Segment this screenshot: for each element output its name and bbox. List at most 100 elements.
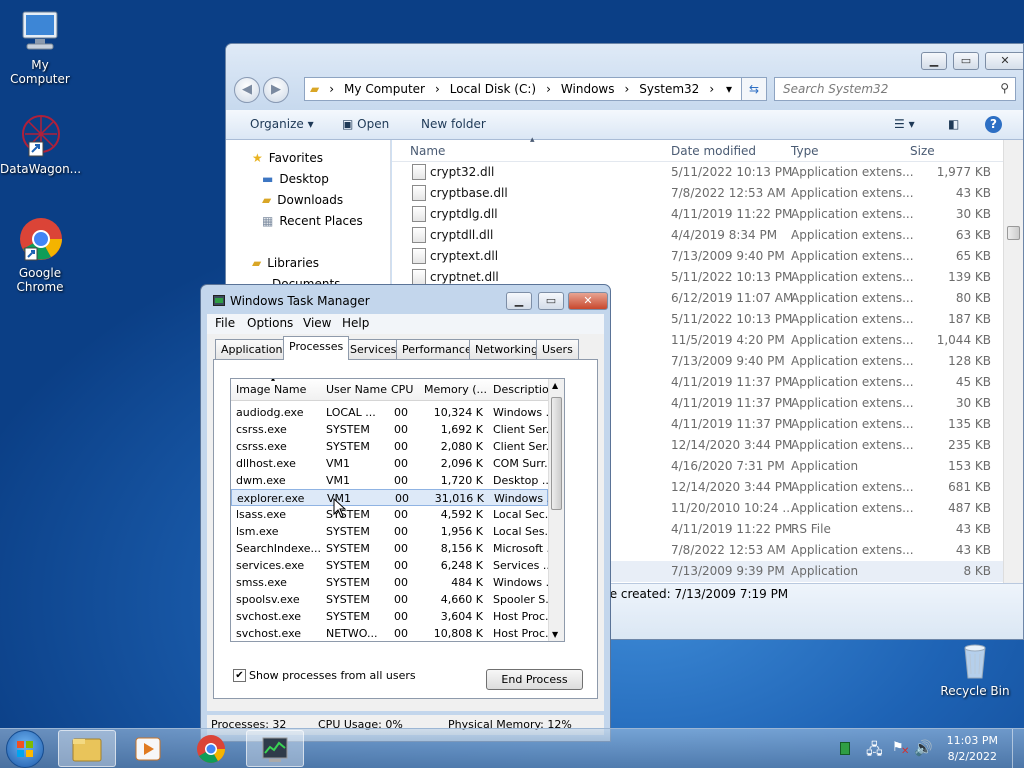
process-row[interactable]: services.exe SYSTEM 00 6,248 K Services ... xyxy=(231,557,553,574)
taskbar-chrome[interactable] xyxy=(183,730,241,767)
process-row[interactable]: smss.exe SYSTEM 00 484 K Windows ... xyxy=(231,574,556,591)
process-list-scrollbar[interactable]: ▲ ▼ xyxy=(548,379,564,641)
nav-favorites[interactable]: ★ Favorites xyxy=(252,151,323,165)
task-manager-window[interactable]: Windows Task Manager ▁ ▭ ✕ File Options … xyxy=(200,284,611,742)
column-description[interactable]: Description xyxy=(493,383,556,396)
forward-button[interactable]: ▶ xyxy=(263,77,289,103)
tray-task-manager-icon[interactable] xyxy=(840,742,850,755)
system-clock[interactable]: 11:03 PM 8/2/2022 xyxy=(947,733,998,765)
desktop-icon-google-chrome[interactable]: Google Chrome xyxy=(0,216,80,294)
organize-button[interactable]: Organize ▾ xyxy=(250,117,314,131)
process-row[interactable]: lsass.exe SYSTEM 00 4,592 K Local Sec... xyxy=(231,506,555,523)
process-row[interactable]: dwm.exe VM1 00 1,720 K Desktop ... xyxy=(231,472,552,489)
scrollbar-thumb[interactable] xyxy=(1007,226,1020,240)
nav-downloads[interactable]: ▰ Downloads xyxy=(262,193,343,207)
scroll-up-icon[interactable]: ▲ xyxy=(552,381,558,390)
file-row[interactable]: cryptext.dll 7/13/2009 9:40 PM Application… xyxy=(392,246,1003,267)
process-user-name: NETWO... xyxy=(326,627,378,640)
address-bar[interactable]: ▰ › My Computer › Local Disk (C:) › Wind… xyxy=(304,77,766,101)
column-image-name[interactable]: Image Name xyxy=(236,383,306,396)
show-all-checkbox[interactable]: ✔ xyxy=(233,669,246,682)
maximize-button[interactable]: ▭ xyxy=(953,52,979,70)
back-button[interactable]: ◀ xyxy=(234,77,260,103)
process-row[interactable]: csrss.exe SYSTEM 00 2,080 K Client Ser... xyxy=(231,438,556,455)
menu-view[interactable]: View xyxy=(303,316,331,330)
nav-libraries[interactable]: ▰ Libraries xyxy=(252,256,319,270)
tab-networking[interactable]: Networking xyxy=(469,339,544,359)
nav-recent-places[interactable]: ▦ Recent Places xyxy=(262,214,363,228)
menu-file[interactable]: File xyxy=(215,316,235,330)
open-button[interactable]: ▣ Open xyxy=(342,117,389,131)
taskbar-explorer[interactable] xyxy=(58,730,116,767)
menu-help[interactable]: Help xyxy=(342,316,369,330)
column-cpu[interactable]: CPU xyxy=(391,383,413,396)
process-row[interactable]: audiodg.exe LOCAL ... 00 10,324 K Windows ..… xyxy=(231,404,556,421)
breadcrumb-my-computer[interactable]: My Computer xyxy=(339,82,430,96)
file-row[interactable]: cryptdll.dll 4/4/2019 8:34 PM Application … xyxy=(392,225,1003,246)
tm-maximize-button[interactable]: ▭ xyxy=(538,292,564,310)
file-list-scrollbar[interactable] xyxy=(1003,140,1023,583)
refresh-icon[interactable]: ⇆ xyxy=(741,77,767,101)
process-row[interactable]: svchost.exe NETWO... 00 10,808 K Host Proc..… xyxy=(231,625,556,641)
taskbar-task-manager[interactable] xyxy=(246,730,304,767)
desktop-folder-icon: ▬ xyxy=(262,172,274,186)
show-desktop-button[interactable] xyxy=(1012,729,1024,768)
desktop-icon-datawagon[interactable]: DataWagon... xyxy=(0,112,81,176)
preview-pane-icon[interactable]: ◧ xyxy=(948,117,959,131)
process-list-header: Image Name ▴ User Name CPU Memory (... D… xyxy=(231,379,556,401)
process-row[interactable]: svchost.exe SYSTEM 00 3,604 K Host Proc... xyxy=(231,608,556,625)
minimize-button[interactable]: ▁ xyxy=(921,52,947,70)
column-size[interactable]: Size xyxy=(910,144,935,158)
menu-options[interactable]: Options xyxy=(247,316,293,330)
file-type: Application extens... xyxy=(791,312,914,326)
volume-icon[interactable]: 🔊 xyxy=(914,739,933,757)
tab-services[interactable]: Services xyxy=(344,339,403,359)
file-size: 135 KB xyxy=(948,417,991,431)
breadcrumb-windows[interactable]: Windows xyxy=(556,82,620,96)
nav-desktop[interactable]: ▬ Desktop xyxy=(262,172,329,186)
process-row[interactable]: lsm.exe SYSTEM 00 1,956 K Local Ses... xyxy=(231,523,555,540)
breadcrumb-local-disk[interactable]: Local Disk (C:) xyxy=(445,82,541,96)
process-row[interactable]: csrss.exe SYSTEM 00 1,692 K Client Ser... xyxy=(231,421,556,438)
file-type: Application extens... xyxy=(791,186,914,200)
search-icon[interactable]: ⚲ xyxy=(1000,81,1009,95)
explorer-title-bar[interactable]: ▁ ▭ ✕ ◀ ▶ ▰ › My Computer › Local Disk (… xyxy=(226,44,1023,110)
search-input[interactable]: Search System32 ⚲ xyxy=(774,77,1016,101)
column-memory[interactable]: Memory (... xyxy=(424,383,487,396)
tab-processes[interactable]: Processes xyxy=(283,336,350,360)
file-row[interactable]: crypt32.dll 5/11/2022 10:13 PM Application… xyxy=(392,162,1003,183)
end-process-button[interactable]: End Process xyxy=(486,669,583,690)
tm-minimize-button[interactable]: ▁ xyxy=(506,292,532,310)
network-icon[interactable]: 🖧 xyxy=(866,739,883,764)
views-icon[interactable]: ☰ ▾ xyxy=(894,117,915,131)
address-dropdown-icon[interactable]: ▾ xyxy=(721,82,737,96)
tab-performance[interactable]: Performance xyxy=(396,339,478,359)
process-row[interactable]: explorer.exe VM1 00 31,016 K Windows ... xyxy=(231,489,557,506)
help-icon[interactable]: ? xyxy=(985,116,1002,133)
process-row[interactable]: SearchIndexe... SYSTEM 00 8,156 K Microsoft … xyxy=(231,540,557,557)
file-row[interactable]: cryptbase.dll 7/8/2022 12:53 AM Applicatio… xyxy=(392,183,1003,204)
new-folder-button[interactable]: New folder xyxy=(421,117,486,131)
process-row[interactable]: spoolsv.exe SYSTEM 00 4,660 K Spooler S... xyxy=(231,591,556,608)
column-user-name[interactable]: User Name xyxy=(326,383,387,396)
tab-users[interactable]: Users xyxy=(536,339,579,359)
column-name[interactable]: Name xyxy=(410,144,445,158)
start-button[interactable] xyxy=(6,730,44,768)
process-row[interactable]: dllhost.exe VM1 00 2,096 K COM Surr... xyxy=(231,455,555,472)
desktop-icon-my-computer[interactable]: My Computer xyxy=(0,10,80,86)
file-type: Application extens... xyxy=(791,270,914,284)
file-row[interactable]: cryptdlg.dll 4/11/2019 11:22 PM Applicatio… xyxy=(392,204,1003,225)
file-size: 187 KB xyxy=(948,312,991,326)
process-user-name: LOCAL ... xyxy=(326,406,376,419)
file-date: 5/11/2022 10:13 PM xyxy=(671,270,793,284)
column-date-modified[interactable]: Date modified xyxy=(671,144,756,158)
column-type[interactable]: Type xyxy=(791,144,819,158)
close-button[interactable]: ✕ xyxy=(985,52,1023,70)
scrollbar-thumb[interactable] xyxy=(551,397,562,510)
breadcrumb-system32[interactable]: System32 xyxy=(634,82,704,96)
process-memory: 4,592 K xyxy=(440,508,483,521)
desktop-icon-recycle-bin[interactable]: Recycle Bin xyxy=(935,640,1015,698)
scroll-down-icon[interactable]: ▼ xyxy=(552,630,558,639)
tm-close-button[interactable]: ✕ xyxy=(568,292,608,310)
taskbar-media-player[interactable] xyxy=(120,730,178,767)
